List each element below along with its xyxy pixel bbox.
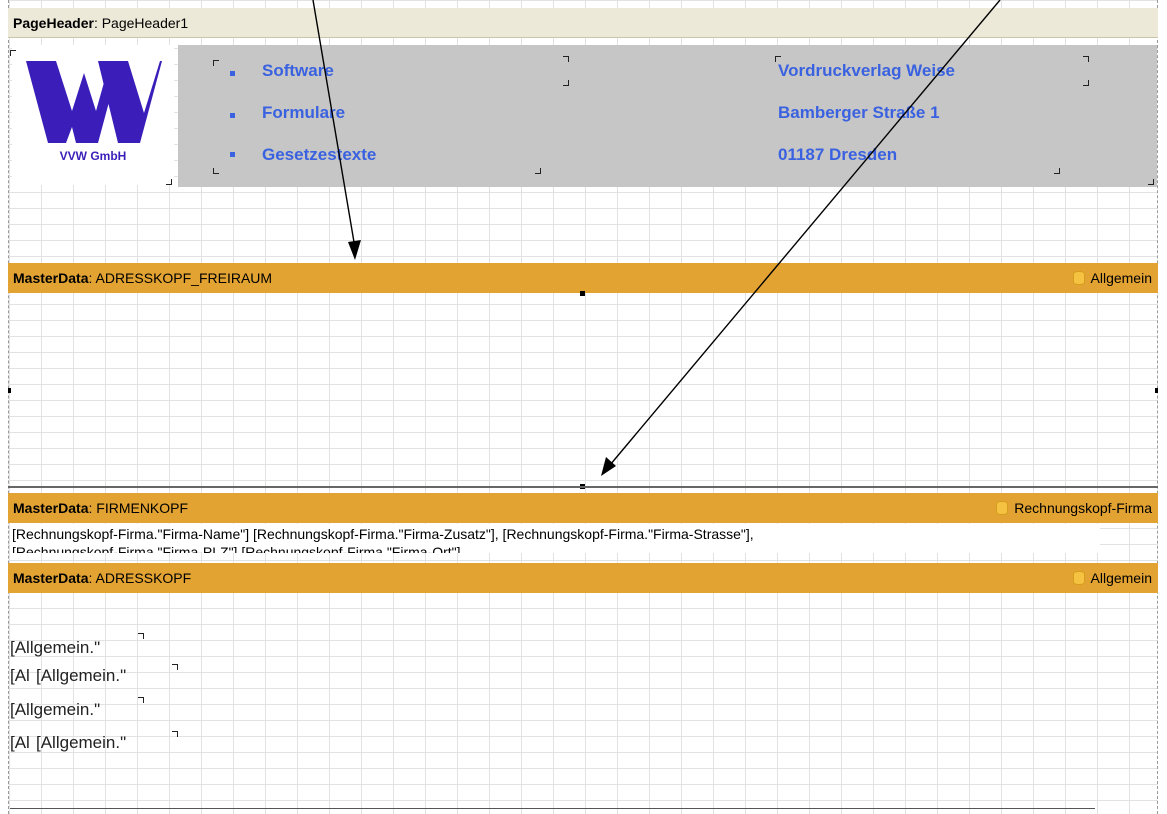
corner-mark bbox=[172, 731, 178, 737]
address-field-4a[interactable]: [Al bbox=[10, 733, 30, 753]
band-bottom-line bbox=[10, 808, 1095, 809]
band-datasource[interactable]: Allgemein bbox=[1072, 263, 1152, 293]
firmenkopf-line-2: [Rechnungskopf-Firma."Firma-PLZ"] [Rechn… bbox=[12, 544, 461, 553]
band-name-label: : PageHeader1 bbox=[93, 15, 189, 31]
company-logo[interactable]: VVW GmbH bbox=[12, 45, 174, 185]
bullet-icon bbox=[230, 152, 235, 157]
resize-handle[interactable] bbox=[8, 388, 11, 393]
address-field-2a[interactable]: [Al bbox=[10, 666, 30, 686]
band-type-label: MasterData bbox=[13, 500, 89, 516]
header-item-formulare[interactable]: Formulare bbox=[262, 103, 345, 123]
address-field-2b[interactable]: [Allgemein." bbox=[36, 666, 126, 686]
vvw-logo-icon bbox=[26, 61, 162, 143]
datasource-label: Allgemein bbox=[1090, 270, 1152, 286]
band-name-label: : ADRESSKOPF bbox=[88, 570, 192, 586]
corner-mark bbox=[1083, 56, 1089, 62]
corner-mark bbox=[138, 697, 144, 703]
database-icon bbox=[1072, 271, 1085, 285]
band-type-label: PageHeader bbox=[13, 15, 94, 31]
band-datasource[interactable]: Rechnungskopf-Firma bbox=[996, 493, 1152, 523]
page-header-band-title[interactable]: PageHeader: PageHeader1 bbox=[8, 8, 1158, 38]
masterdata-band-adresskopf[interactable]: MasterData: ADRESSKOPF Allgemein bbox=[8, 563, 1158, 593]
band-name-label: : FIRMENKOPF bbox=[88, 500, 189, 516]
address-field-3[interactable]: [Allgemein." bbox=[10, 700, 100, 720]
band-type-label: MasterData bbox=[13, 270, 89, 286]
band-bottom-line bbox=[8, 486, 1158, 488]
datasource-label: Allgemein bbox=[1090, 570, 1152, 586]
address-line-city[interactable]: 01187 Dresden bbox=[778, 145, 897, 165]
logo-caption: VVW GmbH bbox=[59, 149, 127, 163]
bullet-icon bbox=[230, 113, 235, 118]
corner-mark bbox=[1148, 179, 1154, 185]
header-item-gesetzestexte[interactable]: Gesetzestexte bbox=[262, 145, 376, 165]
corner-mark bbox=[1083, 80, 1089, 86]
firmenkopf-line-1: [Rechnungskopf-Firma."Firma-Name"] [Rech… bbox=[12, 526, 754, 542]
corner-mark bbox=[213, 168, 219, 174]
header-item-software[interactable]: Software bbox=[262, 61, 334, 81]
masterdata-band-adresskopf-freiraum[interactable]: MasterData: ADRESSKOPF_FREIRAUM Allgemei… bbox=[8, 263, 1158, 293]
corner-mark bbox=[213, 60, 219, 66]
band-name-label: : ADRESSKOPF_FREIRAUM bbox=[88, 270, 273, 286]
corner-mark bbox=[166, 179, 172, 185]
corner-mark bbox=[563, 56, 569, 62]
band-datasource[interactable]: Allgemein bbox=[1072, 563, 1152, 593]
address-line-street[interactable]: Bamberger Straße 1 bbox=[778, 103, 940, 123]
bullet-icon bbox=[230, 71, 235, 76]
database-icon bbox=[996, 501, 1009, 515]
corner-mark bbox=[563, 80, 569, 86]
datasource-label: Rechnungskopf-Firma bbox=[1014, 500, 1152, 516]
address-field-4b[interactable]: [Allgemein." bbox=[36, 733, 126, 753]
firmenkopf-textbox[interactable]: [Rechnungskopf-Firma."Firma-Name"] [Rech… bbox=[10, 524, 1100, 553]
corner-mark bbox=[172, 664, 178, 670]
corner-mark bbox=[1054, 168, 1060, 174]
band-type-label: MasterData bbox=[13, 570, 89, 586]
corner-mark bbox=[775, 56, 781, 62]
database-icon bbox=[1072, 571, 1085, 585]
resize-handle[interactable] bbox=[1155, 388, 1158, 393]
masterdata-band-firmenkopf[interactable]: MasterData: FIRMENKOPF Rechnungskopf-Fir… bbox=[8, 493, 1158, 523]
address-line-company[interactable]: Vordruckverlag Weise bbox=[778, 61, 955, 81]
resize-handle[interactable] bbox=[580, 291, 585, 296]
address-field-1[interactable]: [Allgemein." bbox=[10, 638, 100, 658]
corner-mark bbox=[535, 168, 541, 174]
corner-mark bbox=[10, 50, 16, 56]
corner-mark bbox=[138, 633, 144, 639]
